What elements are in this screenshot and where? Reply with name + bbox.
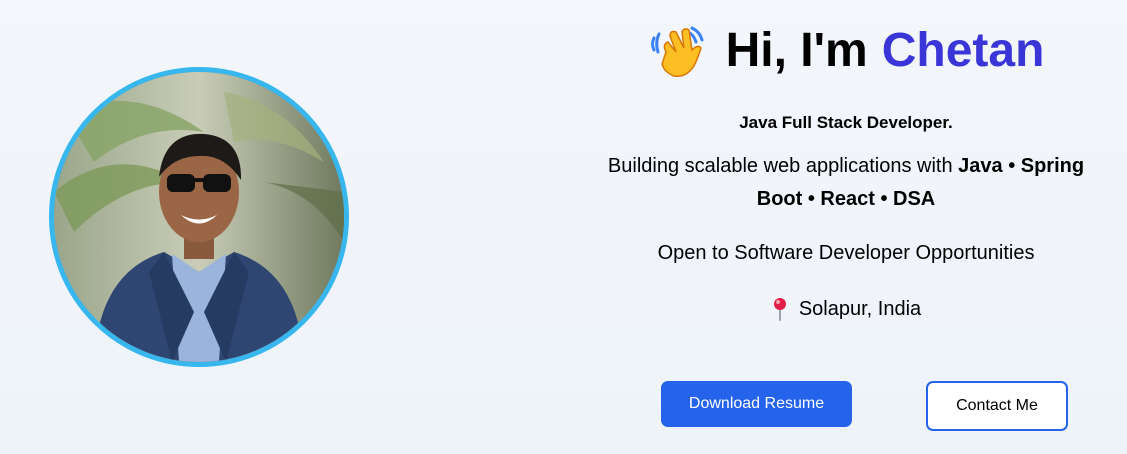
download-resume-button[interactable]: Download Resume [661,381,852,427]
waving-hand-icon [648,22,706,80]
availability-text: Open to Software Developer Opportunities [657,242,1035,264]
profile-photo [49,67,349,367]
tagline: Building scalable web applications with … [600,150,1092,216]
map-pin-icon [771,297,789,321]
profile-photo-illustration [54,72,344,362]
hero-name: Chetan [881,24,1045,77]
contact-me-button[interactable]: Contact Me [926,381,1068,431]
tagline-prefix: Building scalable web applications with [607,155,953,177]
hero-heading: Hi, I'm Chetan [560,20,1127,82]
role-title: Java Full Stack Developer. [739,113,953,132]
greeting-text: Hi, I'm [725,24,868,77]
location: Solapur, India [560,296,1127,322]
location-text: Solapur, India [798,298,922,320]
